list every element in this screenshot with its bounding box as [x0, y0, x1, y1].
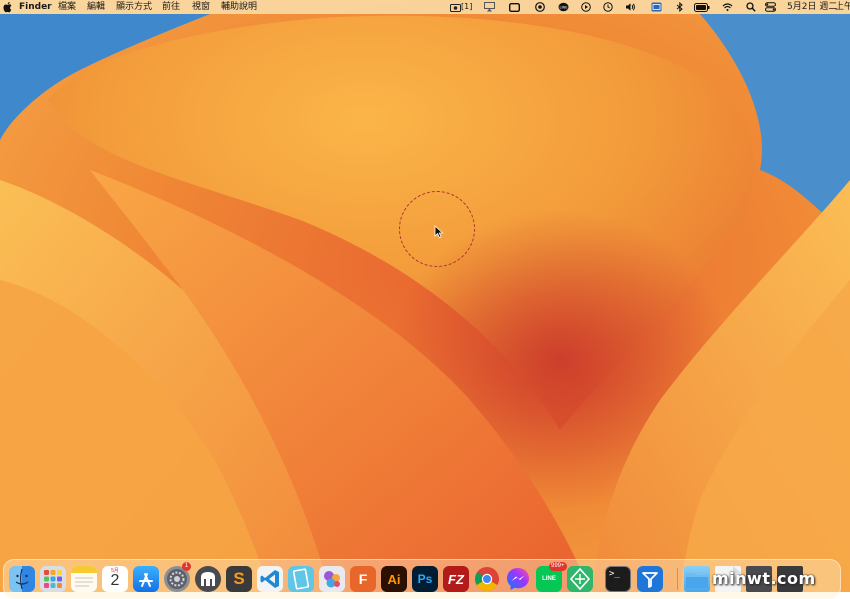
- launchpad-icon[interactable]: [40, 566, 66, 592]
- system-settings-icon[interactable]: 1: [164, 562, 191, 592]
- calendar-icon[interactable]: 5月 2: [102, 566, 128, 592]
- menu-edit[interactable]: 編輯: [87, 0, 105, 14]
- fontlab-icon[interactable]: F: [350, 566, 376, 592]
- svg-text:LINE: LINE: [559, 6, 568, 10]
- filezilla-icon[interactable]: FZ: [443, 566, 469, 592]
- sublime-text-glyph: S: [233, 569, 245, 588]
- screenshot-count: [1]: [461, 2, 473, 11]
- menu-app-name[interactable]: Finder: [19, 0, 52, 14]
- calendar-day: 2: [110, 572, 120, 589]
- keyboard-input-icon[interactable]: [651, 2, 662, 12]
- terminal-glyph: >_: [609, 569, 620, 579]
- game-center-icon[interactable]: [319, 566, 345, 592]
- wifi-icon[interactable]: [722, 2, 733, 12]
- line-status-icon[interactable]: LINE: [558, 2, 569, 12]
- airplay-icon[interactable]: [484, 2, 495, 12]
- apple-icon[interactable]: [3, 1, 13, 15]
- menu-help[interactable]: 輔助說明: [221, 0, 257, 14]
- sourcetree-icon[interactable]: [567, 566, 593, 592]
- mail-tool-icon[interactable]: [637, 566, 663, 592]
- illustrator-glyph: Ai: [387, 571, 401, 587]
- vscode-icon[interactable]: [257, 566, 283, 592]
- mouse-pointer-icon: [434, 225, 444, 239]
- sublime-text-icon[interactable]: S: [226, 566, 252, 592]
- line-badge: 999+: [549, 562, 567, 571]
- volume-icon[interactable]: [625, 2, 636, 12]
- battery-icon[interactable]: [694, 2, 710, 12]
- screenshot-icon[interactable]: [449, 2, 461, 12]
- terminal-icon[interactable]: >_: [605, 566, 631, 592]
- messenger-icon[interactable]: [505, 566, 531, 592]
- menu-bar: Finder 檔案 編輯 顯示方式 前往 視窗 輔助說明 [1] LINE 5月…: [0, 0, 850, 14]
- time-machine-icon[interactable]: [602, 2, 613, 12]
- menubar-date[interactable]: 5月2日 週二: [787, 0, 837, 14]
- photoshop-glyph: Ps: [417, 572, 433, 586]
- dock-divider: [677, 568, 678, 590]
- watermark-text: minwt.com: [712, 569, 816, 588]
- illustrator-icon[interactable]: Ai: [381, 566, 407, 592]
- system-settings-badge: 1: [182, 562, 191, 571]
- desktop-wallpaper: [0, 0, 850, 592]
- chrome-icon[interactable]: [474, 566, 500, 592]
- spotlight-search-icon[interactable]: [745, 2, 756, 12]
- menu-file[interactable]: 檔案: [58, 0, 76, 14]
- menu-window[interactable]: 視窗: [192, 0, 210, 14]
- folder-icon[interactable]: [684, 566, 710, 592]
- filezilla-glyph: FZ: [448, 571, 464, 587]
- finder-icon[interactable]: [9, 566, 35, 592]
- mammoth-icon[interactable]: [195, 566, 221, 592]
- media-play-icon[interactable]: [580, 2, 591, 12]
- app-store-icon[interactable]: [133, 566, 159, 592]
- menu-view[interactable]: 顯示方式: [116, 0, 152, 14]
- notebook-icon[interactable]: [288, 566, 314, 592]
- photoshop-icon[interactable]: Ps: [412, 566, 438, 592]
- line-icon[interactable]: LINE 999+: [536, 562, 567, 592]
- menu-go[interactable]: 前往: [162, 0, 180, 14]
- fontlab-glyph: F: [358, 571, 368, 587]
- vpn-icon[interactable]: [534, 2, 545, 12]
- screen-mirroring-icon[interactable]: [509, 2, 520, 12]
- menubar-time[interactable]: 上午: [835, 0, 850, 14]
- bluetooth-icon[interactable]: [674, 2, 685, 12]
- control-center-icon[interactable]: [765, 2, 776, 12]
- notes-icon[interactable]: [71, 566, 97, 592]
